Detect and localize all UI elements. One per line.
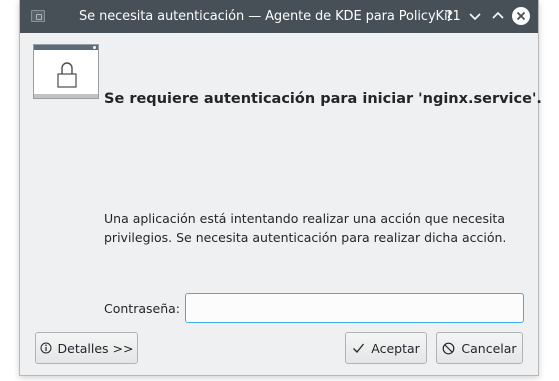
lock-icon	[33, 44, 99, 99]
accept-button-label: Aceptar	[371, 340, 420, 356]
cancel-icon	[443, 342, 455, 354]
details-button-label: Detalles >>	[57, 340, 134, 356]
cancel-button[interactable]: Cancelar	[436, 332, 523, 364]
lock-icon-window-bar	[34, 45, 98, 50]
titlebar[interactable]: Se necesita autenticación — Agente de KD…	[20, 0, 538, 33]
close-icon[interactable]	[512, 7, 530, 25]
details-button[interactable]: Detalles >>	[35, 332, 138, 364]
help-icon[interactable]: ?	[440, 7, 458, 25]
auth-heading: Se requiere autenticación para iniciar '…	[104, 91, 542, 107]
maximize-icon[interactable]	[489, 7, 507, 25]
password-label: Contraseña:	[104, 301, 180, 316]
checkmark-icon	[353, 343, 365, 353]
accept-button[interactable]: Aceptar	[345, 332, 427, 364]
lock-icon-window-base	[34, 94, 98, 98]
auth-dialog-window: Se necesita autenticación — Agente de KD…	[19, 0, 542, 376]
info-icon	[40, 342, 52, 354]
password-input[interactable]	[185, 293, 524, 323]
cancel-button-label: Cancelar	[461, 340, 517, 356]
auth-message: Una aplicación está intentando realizar …	[104, 211, 507, 245]
lock-icon-window-dot	[93, 46, 96, 49]
padlock-icon	[57, 62, 77, 88]
window-title: Se necesita autenticación — Agente de KD…	[79, 9, 461, 24]
app-icon[interactable]	[31, 10, 45, 22]
minimize-icon[interactable]	[466, 7, 484, 25]
